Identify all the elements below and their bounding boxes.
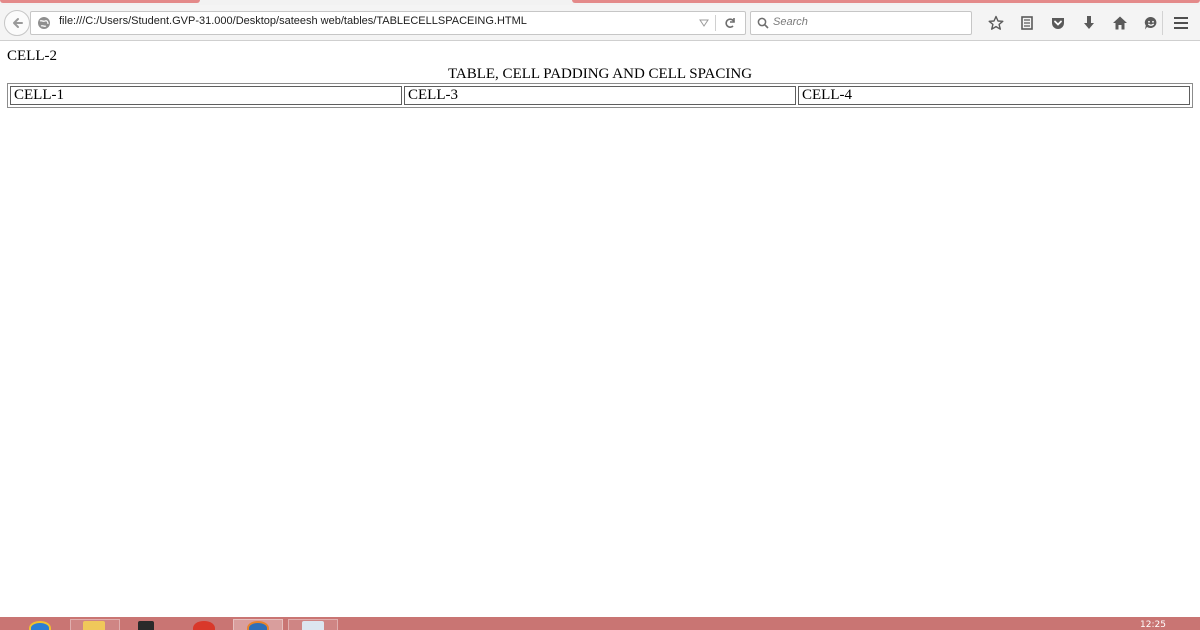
active-tab-edge[interactable] — [572, 0, 1200, 3]
tab-edge[interactable] — [0, 0, 200, 3]
pocket-icon — [1051, 18, 1064, 29]
taskbar-clock[interactable]: 12:25 — [1140, 620, 1166, 630]
bookmark-button[interactable] — [980, 13, 1011, 33]
toolbar-separator — [1162, 11, 1163, 35]
globe-icon — [38, 17, 50, 29]
reload-icon — [725, 18, 735, 28]
navigation-toolbar: file:///C:/Users/Student.GVP-31.000/Desk… — [0, 5, 1200, 41]
search-icon — [757, 17, 769, 29]
download-icon — [1083, 16, 1094, 29]
file-explorer-icon — [83, 621, 105, 630]
chrome-icon[interactable] — [193, 621, 215, 630]
html-table: CELL-1 CELL-3 CELL-4 — [7, 83, 1193, 108]
reading-list-button[interactable] — [1011, 13, 1042, 33]
reload-button[interactable] — [721, 15, 739, 31]
hello-chat-icon — [1144, 16, 1156, 30]
table-caption: TABLE, CELL PADDING AND CELL SPACING — [447, 66, 753, 82]
page-content: CELL-2 TABLE, CELL PADDING AND CELL SPAC… — [0, 41, 1200, 617]
back-button[interactable] — [4, 10, 30, 36]
url-text[interactable]: file:///C:/Users/Student.GVP-31.000/Desk… — [59, 15, 527, 27]
table-cell: CELL-1 — [10, 86, 402, 105]
pocket-button[interactable] — [1042, 13, 1073, 33]
bookmark-star-icon — [988, 15, 1003, 30]
table-cell: CELL-4 — [798, 86, 1190, 105]
downloads-button[interactable] — [1073, 13, 1104, 33]
reading-list-icon — [1020, 16, 1033, 30]
internet-explorer-icon[interactable] — [29, 621, 51, 630]
url-history-dropdown[interactable] — [697, 16, 711, 30]
site-identity-button[interactable] — [36, 15, 52, 31]
loose-cell-text: CELL-2 — [7, 48, 57, 64]
url-bar[interactable]: file:///C:/Users/Student.GVP-31.000/Desk… — [30, 11, 746, 35]
menu-icon — [1174, 17, 1188, 29]
table-cell: CELL-3 — [404, 86, 796, 105]
dropmarker-icon — [699, 19, 709, 27]
search-engine-button[interactable] — [755, 15, 771, 31]
back-arrow-icon — [13, 18, 23, 28]
search-bar[interactable] — [750, 11, 972, 35]
terminal-icon[interactable] — [138, 621, 154, 630]
home-button[interactable] — [1104, 13, 1135, 33]
search-input[interactable] — [773, 14, 963, 30]
taskbar: 12:25 — [0, 617, 1200, 630]
toolbar-buttons — [980, 13, 1166, 33]
firefox-icon — [247, 621, 269, 630]
url-divider — [715, 15, 716, 31]
menu-button[interactable] — [1168, 13, 1194, 33]
home-icon — [1112, 16, 1127, 30]
notepad-icon — [302, 621, 324, 630]
